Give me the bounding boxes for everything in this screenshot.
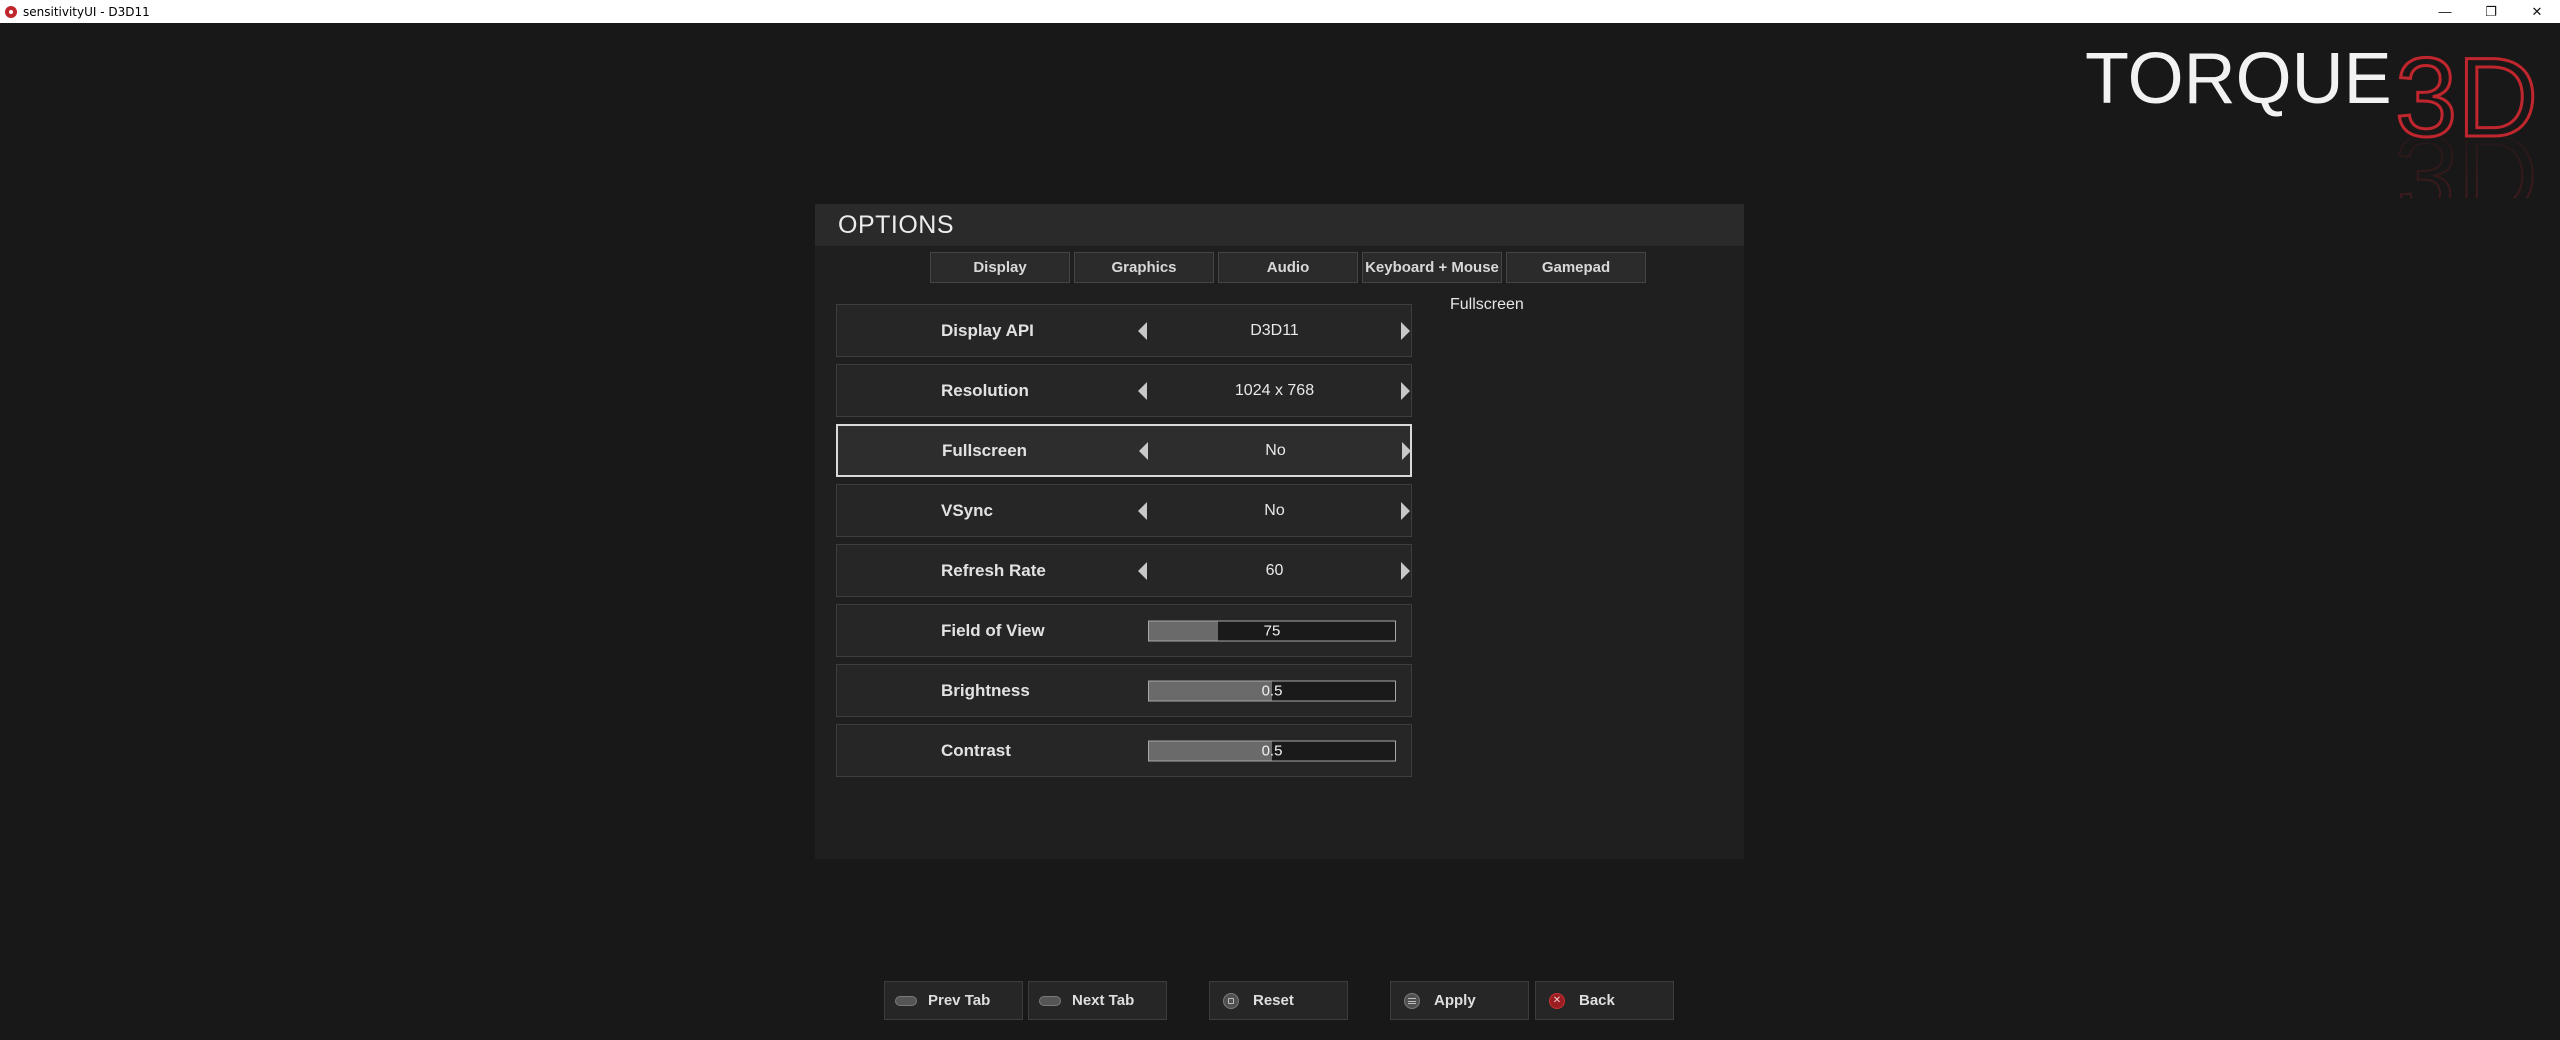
setting-row-vsync[interactable]: VSync No (836, 484, 1412, 537)
app-icon (4, 5, 18, 19)
setting-value: 60 (1265, 561, 1284, 579)
arrow-right-icon[interactable] (1402, 441, 1411, 460)
menu-button-icon (1400, 992, 1424, 1009)
contrast-slider[interactable]: 0.5 (1148, 740, 1396, 761)
view-button-icon (1219, 992, 1243, 1009)
setting-row-resolution[interactable]: Resolution 1024 x 768 (836, 364, 1412, 417)
options-tabs: Display Graphics Audio Keyboard + Mouse … (930, 252, 1646, 283)
arrow-right-icon[interactable] (1401, 561, 1410, 580)
back-button[interactable]: ✕ Back (1535, 981, 1674, 1020)
arrow-left-icon[interactable] (1139, 441, 1148, 460)
arrow-right-icon[interactable] (1401, 501, 1410, 520)
next-tab-button[interactable]: Next Tab (1028, 981, 1167, 1020)
setting-label: Fullscreen (942, 440, 1028, 460)
options-title: OPTIONS (838, 211, 955, 239)
tab-graphics[interactable]: Graphics (1074, 252, 1214, 283)
restore-button[interactable]: ❐ (2468, 0, 2514, 23)
logo-text-torque: TORQUE (2085, 39, 2392, 119)
apply-label: Apply (1434, 992, 1476, 1009)
setting-value: No (1264, 501, 1285, 519)
field-of-view-slider[interactable]: 75 (1148, 620, 1396, 641)
setting-value: D3D11 (1250, 321, 1299, 339)
setting-label: Resolution (941, 380, 1029, 400)
prev-tab-button[interactable]: Prev Tab (884, 981, 1023, 1020)
setting-row-brightness[interactable]: Brightness 0.5 (836, 664, 1412, 717)
back-label: Back (1579, 992, 1615, 1009)
setting-row-fullscreen[interactable]: Fullscreen No (836, 424, 1412, 477)
minimize-button[interactable]: — (2422, 0, 2468, 23)
window-title: sensitivityUI - D3D11 (23, 4, 150, 19)
options-header: OPTIONS (815, 204, 1744, 246)
prev-tab-label: Prev Tab (928, 992, 991, 1009)
options-panel: OPTIONS Display Graphics Audio Keyboard … (815, 204, 1744, 859)
arrow-left-icon[interactable] (1138, 501, 1147, 520)
tab-audio[interactable]: Audio (1218, 252, 1358, 283)
right-bumper-icon (1038, 993, 1062, 1009)
torque-3d-logo: TORQUE 3D 3D (2085, 38, 2535, 198)
setting-row-contrast[interactable]: Contrast 0.5 (836, 724, 1412, 777)
setting-label: Brightness (941, 680, 1030, 700)
arrow-left-icon[interactable] (1138, 561, 1147, 580)
reset-button[interactable]: Reset (1209, 981, 1348, 1020)
slider-value: 0.5 (1261, 742, 1283, 759)
arrow-left-icon[interactable] (1138, 321, 1147, 340)
setting-label: Contrast (941, 740, 1011, 760)
arrow-left-icon[interactable] (1138, 381, 1147, 400)
close-button[interactable]: ✕ (2514, 0, 2560, 23)
brightness-slider[interactable]: 0.5 (1148, 680, 1396, 701)
left-bumper-icon (894, 993, 918, 1009)
tab-gamepad[interactable]: Gamepad (1506, 252, 1646, 283)
arrow-right-icon[interactable] (1401, 321, 1410, 340)
tab-display[interactable]: Display (930, 252, 1070, 283)
tab-keyboard-mouse[interactable]: Keyboard + Mouse (1362, 252, 1502, 283)
next-tab-label: Next Tab (1072, 992, 1135, 1009)
setting-row-display-api[interactable]: Display API D3D11 (836, 304, 1412, 357)
window-title-bar: sensitivityUI - D3D11 — ❐ ✕ (0, 0, 2560, 23)
arrow-right-icon[interactable] (1401, 381, 1410, 400)
setting-value: 1024 x 768 (1234, 381, 1315, 399)
setting-label: Refresh Rate (941, 560, 1046, 580)
slider-value: 0.5 (1261, 682, 1283, 699)
setting-label: VSync (941, 500, 993, 520)
setting-label: Field of View (941, 620, 1045, 640)
setting-row-field-of-view[interactable]: Field of View 75 (836, 604, 1412, 657)
b-button-icon: ✕ (1545, 992, 1569, 1009)
setting-description: Fullscreen (1450, 296, 1524, 313)
setting-row-refresh-rate[interactable]: Refresh Rate 60 (836, 544, 1412, 597)
setting-value: No (1265, 441, 1286, 459)
setting-label: Display API (941, 320, 1034, 340)
apply-button[interactable]: Apply (1390, 981, 1529, 1020)
logo-reflection: 3D (2395, 112, 2535, 198)
slider-value: 75 (1263, 622, 1281, 639)
reset-label: Reset (1253, 992, 1294, 1009)
